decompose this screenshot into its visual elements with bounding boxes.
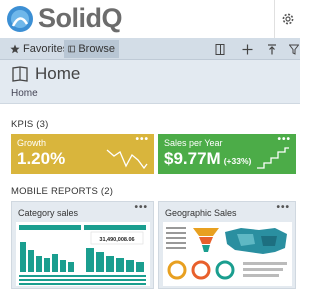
star-icon (10, 44, 20, 54)
kpi-growth[interactable]: Growth 1.20% ••• (11, 134, 154, 174)
report-tile-category-sales[interactable]: Category sales ••• 31,490,008.06 (11, 201, 154, 289)
upload-icon (268, 43, 276, 54)
add-button[interactable] (240, 42, 254, 56)
report-tile-geographic-sales[interactable]: Geographic Sales ••• (158, 201, 296, 289)
kpi-title: Sales per Year (164, 138, 223, 148)
settings-button[interactable] (274, 0, 300, 38)
new-page-button[interactable] (213, 42, 227, 56)
gear-icon (282, 13, 293, 25)
tab-browse-label: Browse (78, 43, 115, 55)
filter-button[interactable] (287, 42, 301, 56)
top-bar: SolidQ (0, 0, 300, 38)
report-thumbnail (163, 222, 292, 286)
brand-name: SolidQ (38, 3, 123, 33)
kpi-title: Growth (17, 138, 47, 148)
more-options-button[interactable]: ••• (276, 202, 290, 213)
kpi-sales-per-year[interactable]: Sales per Year $9.77M (+33%) ••• (158, 134, 296, 174)
plus-icon (242, 44, 252, 54)
tab-browse[interactable]: Browse (64, 40, 119, 58)
mobile-reports-section-label: MOBILE REPORTS (2) (11, 186, 114, 197)
sparkline-icon (106, 149, 148, 170)
browse-icon (68, 45, 75, 53)
kpi-delta: (+33%) (223, 156, 252, 166)
page-icon (215, 43, 225, 55)
kpi-value: $9.77M (+33%) (164, 149, 251, 169)
solidq-logo-icon (7, 6, 33, 32)
kpi-value: 1.20% (17, 149, 66, 168)
report-thumbnail: 31,490,008.06 (16, 222, 150, 286)
page-title: Home (35, 64, 81, 83)
home-header: Home Home (0, 60, 300, 104)
filter-icon (289, 44, 299, 55)
book-icon (12, 66, 28, 82)
upload-button[interactable] (265, 42, 279, 56)
more-options-button[interactable]: ••• (134, 202, 148, 213)
toolbar: Favorites Browse (0, 38, 300, 60)
step-chart-icon (257, 147, 289, 169)
kpi-value-number: $9.77M (164, 149, 221, 168)
tab-favorites-label: Favorites (23, 43, 69, 55)
report-title: Category sales (18, 208, 79, 218)
tab-favorites[interactable]: Favorites (6, 40, 72, 58)
breadcrumb[interactable]: Home (11, 88, 38, 99)
report-title: Geographic Sales (165, 208, 237, 218)
more-options-button[interactable]: ••• (135, 134, 149, 145)
more-options-button[interactable]: ••• (277, 134, 291, 145)
thumb-total-value: 31,490,008.06 (99, 237, 134, 243)
kpis-section-label: KPIS (3) (11, 119, 49, 130)
